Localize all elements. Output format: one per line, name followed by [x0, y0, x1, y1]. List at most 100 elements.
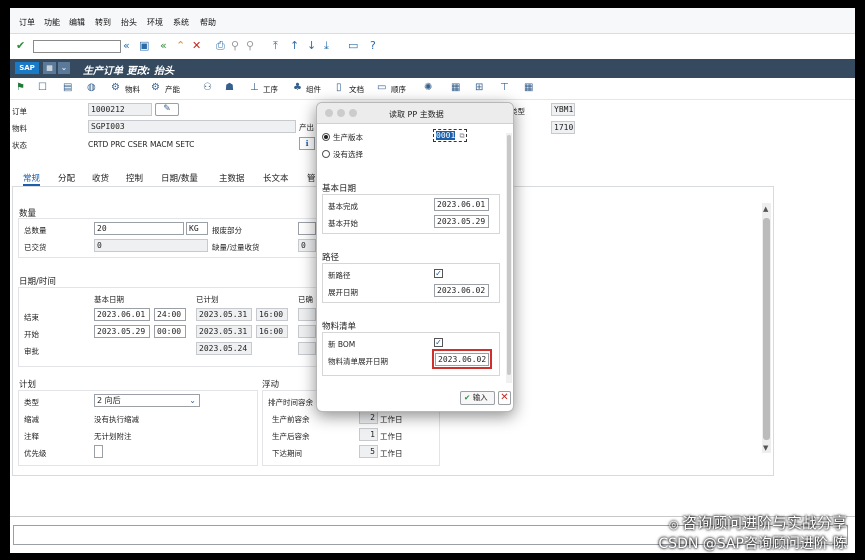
- dialog-scrollbar-thumb[interactable]: [507, 135, 511, 375]
- plant-field: 1710: [551, 121, 575, 134]
- previous-page-icon[interactable]: ↑: [290, 39, 299, 53]
- sched-type-select[interactable]: 2 向后 ⌄: [94, 394, 200, 407]
- sched-type-label: 类型: [24, 398, 39, 407]
- components-button[interactable]: 组件: [306, 84, 321, 95]
- menu-edit[interactable]: 编辑: [69, 17, 85, 28]
- new-routing-checkbox[interactable]: ✓: [434, 269, 443, 278]
- enter-check-icon[interactable]: ✔: [16, 39, 25, 53]
- new-session-icon[interactable]: ▭: [348, 39, 358, 53]
- tab-assignment[interactable]: 分配: [58, 172, 75, 184]
- cancel-icon[interactable]: ✕: [192, 39, 201, 53]
- material-icon[interactable]: ⚙: [111, 82, 120, 94]
- prod-version-value: 0001: [436, 131, 456, 140]
- find-next-icon[interactable]: ⚲: [246, 39, 254, 53]
- prod-version-radio[interactable]: [322, 133, 330, 141]
- start-planned-date: 2023.05.31: [196, 325, 252, 338]
- new-bom-checkbox[interactable]: ✓: [434, 338, 443, 347]
- network-icon[interactable]: ⊤: [500, 82, 509, 94]
- tree-icon[interactable]: ⊞: [475, 82, 483, 94]
- order-label: 订单: [12, 107, 27, 116]
- note-value: 无计划附注: [94, 432, 132, 441]
- menu-help[interactable]: 帮助: [200, 17, 216, 28]
- find-icon[interactable]: ⚲: [231, 39, 239, 53]
- menu-goto[interactable]: 转到: [95, 17, 111, 28]
- save-icon[interactable]: ▣: [139, 39, 149, 53]
- menu-system[interactable]: 系统: [173, 17, 189, 28]
- start-basic-time[interactable]: 00:00: [154, 325, 186, 338]
- end-basic-date[interactable]: 2023.06.01: [94, 308, 150, 321]
- flag-icon[interactable]: ⚑: [16, 82, 25, 94]
- material-label: 物料: [12, 124, 27, 133]
- menu-environment[interactable]: 环境: [147, 17, 163, 28]
- globe-icon[interactable]: ◍: [87, 82, 96, 94]
- bom-explode-date-field[interactable]: 2023.06.02: [435, 353, 489, 366]
- document-icon[interactable]: ▯: [336, 82, 342, 94]
- hat-icon[interactable]: ☗: [225, 82, 234, 94]
- grid-icon[interactable]: ▦: [524, 82, 533, 94]
- tab-control[interactable]: 控制: [126, 172, 143, 184]
- capacity-icon[interactable]: ⚙: [151, 82, 160, 94]
- explode-date-field[interactable]: 2023.06.02: [434, 284, 489, 297]
- tab-long-text[interactable]: 长文本: [263, 172, 289, 184]
- scroll-up-icon[interactable]: ▲: [763, 205, 768, 213]
- settings-icon[interactable]: ✺: [424, 82, 432, 94]
- basic-finish-field[interactable]: 2023.06.01: [434, 198, 489, 211]
- next-page-icon[interactable]: ↓: [307, 39, 316, 53]
- unit-field[interactable]: KG: [186, 222, 208, 235]
- chevron-down-icon[interactable]: ⌄: [58, 62, 70, 74]
- documents-button[interactable]: 文档: [349, 84, 364, 95]
- start-confirmed-date: [298, 325, 316, 338]
- wechat-icon: ◎: [668, 518, 682, 531]
- scrap-field[interactable]: [298, 222, 316, 235]
- start-basic-date[interactable]: 2023.05.29: [94, 325, 150, 338]
- tab-master-data[interactable]: 主数据: [219, 172, 245, 184]
- prod-version-field[interactable]: 0001 ⧉: [433, 129, 467, 142]
- enter-button[interactable]: ✔ 输入: [460, 391, 495, 405]
- routing-icon[interactable]: ⚇: [203, 82, 212, 94]
- menu-grid-icon[interactable]: ▦: [43, 62, 56, 74]
- tab-general[interactable]: 常规: [23, 172, 41, 186]
- scrollbar-thumb[interactable]: [763, 218, 770, 440]
- new-routing-label: 新路径: [328, 271, 351, 280]
- maximize-dot-icon[interactable]: [349, 109, 357, 117]
- double-chevron-left-icon[interactable]: «: [123, 39, 130, 53]
- close-dot-icon[interactable]: [325, 109, 333, 117]
- first-page-icon[interactable]: ⤒: [273, 39, 278, 53]
- basic-start-field[interactable]: 2023.05.29: [434, 215, 489, 228]
- sequence-button[interactable]: 顺序: [391, 84, 406, 95]
- last-page-icon[interactable]: ⤓: [324, 39, 329, 53]
- no-selection-radio[interactable]: [322, 150, 330, 158]
- tab-dates-quantities[interactable]: 日期/数量: [161, 172, 198, 184]
- print-icon[interactable]: ⎙: [216, 39, 225, 53]
- explode-date-label: 展开日期: [328, 288, 358, 297]
- components-icon[interactable]: ♣: [293, 82, 302, 94]
- minimize-dot-icon[interactable]: [337, 109, 345, 117]
- scroll-down-icon[interactable]: ▼: [763, 444, 768, 452]
- search-help-icon[interactable]: ⧉: [455, 132, 464, 140]
- exit-icon[interactable]: ⌃: [176, 39, 185, 53]
- menu-function[interactable]: 功能: [44, 17, 60, 28]
- total-qty-field[interactable]: 20: [94, 222, 184, 235]
- material-button[interactable]: 物料: [125, 84, 140, 95]
- info-icon[interactable]: ℹ: [299, 137, 315, 150]
- menu-order[interactable]: 订单: [19, 17, 35, 28]
- float-before-label: 生产前容余: [272, 415, 310, 424]
- menu-header[interactable]: 抬头: [121, 17, 137, 28]
- table-icon[interactable]: ▦: [451, 82, 460, 94]
- tab-more[interactable]: 管: [307, 172, 316, 184]
- capacity-button[interactable]: 产能: [165, 84, 180, 95]
- operations-button[interactable]: 工序: [263, 84, 278, 95]
- edit-order-icon[interactable]: ✎: [155, 103, 179, 116]
- basic-finish-label: 基本完成: [328, 202, 358, 211]
- operation-icon[interactable]: ⊥: [250, 82, 259, 94]
- end-basic-time[interactable]: 24:00: [154, 308, 186, 321]
- tab-goods-receipt[interactable]: 收货: [92, 172, 109, 184]
- calendar-icon[interactable]: ☐: [38, 82, 47, 94]
- cancel-button[interactable]: ✕: [498, 391, 511, 405]
- priority-field[interactable]: [94, 445, 103, 458]
- back-icon[interactable]: «: [160, 39, 167, 53]
- calculator-icon[interactable]: ▤: [63, 82, 72, 94]
- sequence-icon[interactable]: ▭: [377, 82, 386, 94]
- help-icon[interactable]: ?: [370, 39, 376, 53]
- command-field[interactable]: [33, 40, 121, 53]
